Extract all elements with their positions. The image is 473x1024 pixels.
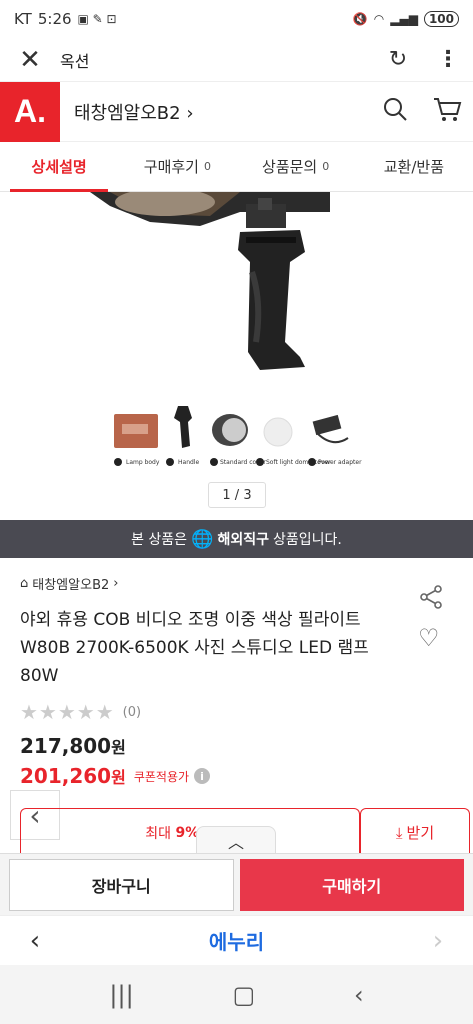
chevron-right-icon: ›	[113, 576, 119, 591]
search-icon[interactable]	[369, 96, 421, 128]
notice-suffix: 상품입니다.	[273, 532, 342, 548]
browser-bar: ✕ 옥션 ↻ ⋮	[0, 38, 473, 82]
shop-name: 태창엠알오B2	[74, 102, 181, 124]
info-icon[interactable]: i	[194, 768, 211, 784]
buy-now-button[interactable]: 구매하기	[239, 858, 464, 911]
add-to-cart-button[interactable]: 장바구니	[9, 858, 234, 911]
tab-details[interactable]: 상세설명	[0, 142, 118, 192]
close-icon[interactable]: ✕	[0, 45, 60, 75]
download-icon: ⤓	[395, 823, 403, 842]
notification-icons: ▣ ✎ ⊡	[77, 12, 117, 26]
rating-stars: ★★★★★ (0)	[20, 700, 141, 724]
tab-label: 구매후기	[143, 158, 199, 176]
heart-icon[interactable]: ♡	[418, 624, 440, 652]
thumb-label: Lamp body	[126, 459, 160, 466]
app-header: A. 태창엠알오B2 ›	[0, 81, 473, 142]
status-bar: KT 5:26 ▣ ✎ ⊡ 🔇 ◠ ▂▄▆ 100	[0, 0, 473, 38]
overseas-notice: 본 상품은 🌐 해외직구 상품입니다.	[0, 520, 473, 558]
share-icon[interactable]	[418, 584, 444, 616]
system-back-icon[interactable]: ‹	[354, 981, 364, 1009]
auction-logo[interactable]: A.	[0, 81, 60, 142]
coupon-label: 쿠폰적용가	[133, 769, 190, 784]
max-discount-box[interactable]: 최대 9%+3%	[20, 808, 360, 856]
sale-price-unit: 원	[111, 768, 126, 787]
recent-apps-icon[interactable]: |||	[109, 981, 133, 1009]
download-label: 받기	[406, 824, 435, 842]
sale-price-value: 201,260	[20, 764, 112, 788]
home-button-icon[interactable]: ▢	[232, 981, 255, 1009]
coupon-price: 201,260 원 쿠폰적용가 i	[20, 764, 211, 788]
store-name: 태창엠알오B2	[32, 578, 110, 593]
tab-label: 교환/반품	[383, 158, 444, 176]
chevron-right-icon: ›	[186, 102, 194, 124]
browser-title: 옥션	[60, 51, 90, 71]
notice-highlight: 해외직구	[217, 532, 270, 548]
shop-name-link[interactable]: 태창엠알오B2 ›	[74, 99, 194, 125]
notice-prefix: 본 상품은	[131, 532, 188, 548]
thumb-label: Power adapter	[318, 459, 362, 466]
coupon-download-button[interactable]: ⤓ 받기	[360, 808, 470, 856]
accessory-thumbnails: Lamp body Handle Standard cover Soft lig…	[108, 404, 368, 480]
browser-bottom-nav: ‹ 에누리 ›	[0, 915, 473, 965]
globe-plane-icon: 🌐	[191, 528, 214, 550]
star-icons: ★★★★★	[20, 700, 115, 724]
product-title: 야외 휴용 COB 비디오 조명 이중 색상 필라이트 W80B 2700K-6…	[20, 610, 369, 686]
home-icon: ⌂	[20, 576, 29, 591]
forward-arrow-icon[interactable]: ›	[403, 926, 473, 956]
price-unit: 원	[111, 738, 126, 757]
tab-label: 상세설명	[31, 158, 87, 176]
purchase-action-bar: 장바구니 구매하기	[0, 853, 473, 915]
review-count: (0)	[122, 704, 142, 720]
tab-exchange-return[interactable]: 교환/반품	[355, 142, 473, 191]
detail-tabs: 상세설명 구매후기 0 상품문의 0 교환/반품	[0, 142, 473, 192]
battery-indicator: 100	[423, 11, 459, 27]
tab-reviews[interactable]: 구매후기 0	[118, 142, 236, 191]
discount-label: 최대	[145, 825, 172, 842]
back-arrow-icon[interactable]: ‹	[0, 926, 70, 956]
clock: 5:26	[37, 10, 72, 28]
tab-count: 0	[203, 160, 211, 173]
thumb-label: Handle	[178, 459, 199, 466]
more-menu-icon[interactable]: ⋮	[423, 47, 473, 72]
store-link[interactable]: ⌂ 태창엠알오B2 ›	[20, 574, 118, 593]
original-price: 217,800원	[20, 734, 126, 758]
tab-qna[interactable]: 상품문의 0	[237, 142, 355, 191]
image-counter: 1 / 3	[208, 482, 266, 508]
tab-count: 0	[322, 160, 330, 173]
mute-icon: 🔇	[352, 12, 368, 26]
system-navigation-bar: ||| ▢ ‹	[0, 965, 473, 1024]
reload-icon[interactable]: ↻	[373, 47, 423, 72]
chevron-up-icon[interactable]: ︿	[196, 826, 276, 854]
carrier-label: KT	[14, 10, 32, 28]
wifi-icon: ◠	[373, 12, 385, 26]
tab-label: 상품문의	[262, 158, 318, 176]
price-value: 217,800	[20, 734, 112, 758]
enuri-brand[interactable]: 에누리	[70, 926, 403, 955]
signal-icon: ▂▄▆	[390, 12, 418, 26]
cart-icon[interactable]	[421, 96, 473, 128]
